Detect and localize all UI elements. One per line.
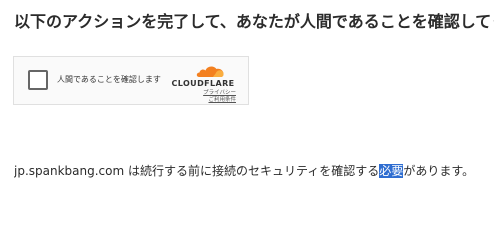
verify-checkbox-label[interactable]: 人間であることを確認します <box>57 73 161 87</box>
security-message: jp.spankbang.com は続行する前に接続のセキュリティを確認する必要… <box>14 162 494 180</box>
cloudflare-links: プライバシー ご利用条件 <box>203 90 236 104</box>
message-text-before: は続行する前に接続のセキュリティを確認する <box>124 164 380 178</box>
message-text-after: があります。 <box>403 164 475 178</box>
cloudflare-cloud-icon <box>196 66 224 77</box>
cloudflare-branding: CLOUDFLARE プライバシー ご利用条件 <box>170 63 236 103</box>
cloudflare-wordmark: CLOUDFLARE <box>171 79 235 88</box>
challenge-page: 以下のアクションを完了して、あなたが人間であることを確認してください。 人間であ… <box>0 0 500 250</box>
page-heading: 以下のアクションを完了して、あなたが人間であることを確認してください。 <box>14 12 494 31</box>
selected-text: 必要 <box>379 164 404 178</box>
turnstile-widget: 人間であることを確認します CLOUDFLARE プライバシー ご利用条件 <box>13 56 249 105</box>
site-domain: jp.spankbang.com <box>14 164 125 178</box>
verify-checkbox[interactable] <box>28 70 48 90</box>
privacy-link[interactable]: プライバシー <box>203 90 236 97</box>
terms-link[interactable]: ご利用条件 <box>203 97 236 104</box>
